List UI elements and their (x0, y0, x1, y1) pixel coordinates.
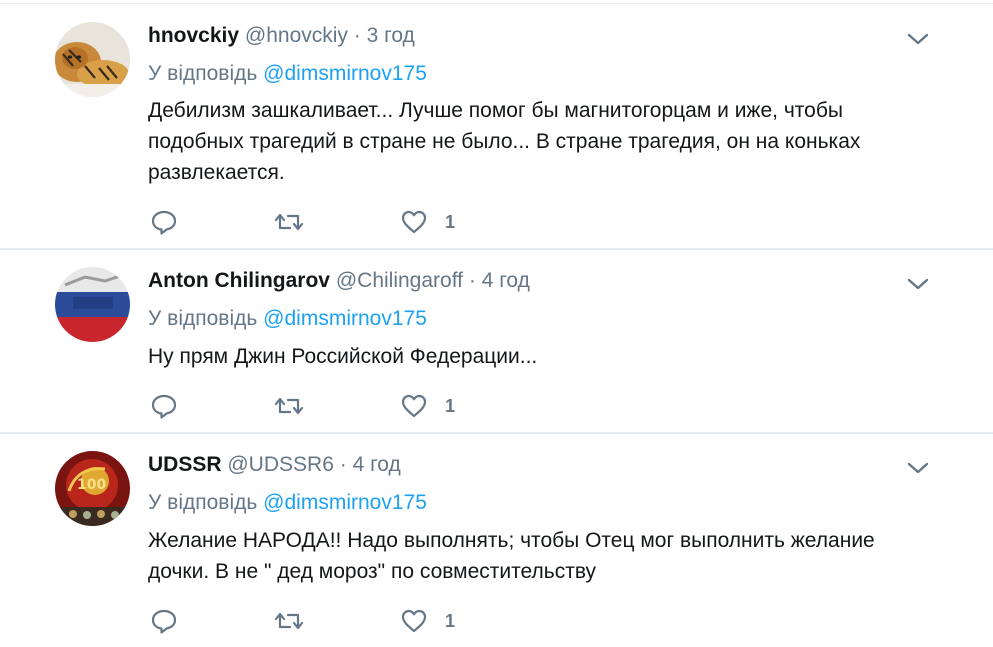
tweet[interactable]: Anton Chilingarov @Chilingaroff · 4 год … (0, 250, 993, 434)
separator: · (353, 24, 361, 47)
tweet-text-line: подобных трагедий в стране не было... В … (148, 130, 861, 153)
reply-icon (151, 394, 177, 419)
heart-icon (401, 394, 427, 418)
tweet-text: Дебилизм зашкаливает... Лучше помог бы м… (148, 95, 908, 188)
reply-button[interactable] (150, 606, 178, 636)
like-count: 1 (445, 610, 456, 631)
reply-timeline: hnovckiy @hnovckiy · 3 год У відповідь @… (0, 0, 993, 647)
avatar[interactable]: 100 (55, 451, 130, 526)
timestamp[interactable]: 4 год (353, 453, 401, 476)
reply-button[interactable] (150, 391, 178, 421)
like-button[interactable]: 1 (400, 207, 455, 237)
timestamp[interactable]: 4 год (482, 269, 530, 292)
timestamp[interactable]: 3 год (367, 24, 415, 47)
reply-icon (151, 609, 177, 634)
reply-mention-link[interactable]: @dimsmirnov175 (263, 62, 427, 85)
tweet-header: hnovckiy @hnovckiy · 3 год (148, 23, 415, 49)
avatar[interactable] (55, 22, 130, 97)
russian-flag-avatar-icon (55, 267, 130, 342)
tweet-menu-button[interactable] (905, 458, 931, 478)
separator: · (339, 453, 347, 476)
heart-icon (401, 210, 427, 234)
tweet[interactable]: hnovckiy @hnovckiy · 3 год У відповідь @… (0, 5, 993, 250)
tweet-menu-button[interactable] (905, 274, 931, 294)
chevron-down-icon (907, 278, 929, 290)
like-count: 1 (445, 211, 456, 232)
like-button[interactable]: 1 (400, 391, 455, 421)
retweet-icon (274, 612, 304, 630)
display-name[interactable]: UDSSR (148, 453, 222, 476)
display-name[interactable]: hnovckiy (148, 24, 239, 47)
username[interactable]: @hnovckiy (245, 24, 348, 47)
reply-icon (151, 210, 177, 235)
tweet-text-line: Ну прям Джин Российской Федерации... (148, 345, 538, 368)
tweet-text-line: Желание НАРОДА!! Надо выполнять; чтобы О… (148, 529, 875, 552)
tweet-header: UDSSR @UDSSR6 · 4 год (148, 452, 401, 478)
tweet-text-line: дочки. В не " дед мороз" по совместитель… (148, 560, 597, 583)
tweet-text-line: развлекается. (148, 161, 285, 184)
tweet-actions: 1 (150, 606, 470, 636)
reply-context: У відповідь @dimsmirnov175 (148, 61, 427, 87)
like-button[interactable]: 1 (400, 606, 455, 636)
avatar[interactable] (55, 267, 130, 342)
retweet-button[interactable] (273, 391, 305, 421)
chevron-down-icon (907, 33, 929, 45)
tweet-text: Ну прям Джин Российской Федерации... (148, 341, 908, 372)
username[interactable]: @UDSSR6 (227, 453, 334, 476)
tweet-actions: 1 (150, 207, 470, 237)
heart-icon (401, 609, 427, 633)
reply-mention-link[interactable]: @dimsmirnov175 (263, 307, 427, 330)
chevron-down-icon (907, 462, 929, 474)
display-name[interactable]: Anton Chilingarov (148, 269, 330, 292)
tweet-text: Желание НАРОДА!! Надо выполнять; чтобы О… (148, 525, 908, 587)
soviet-emblem-avatar-icon: 100 (55, 451, 130, 526)
separator: · (468, 269, 476, 292)
top-divider (0, 3, 993, 4)
retweet-icon (274, 213, 304, 231)
username[interactable]: @Chilingaroff (336, 269, 463, 292)
reply-button[interactable] (150, 207, 178, 237)
tweet-actions: 1 (150, 391, 470, 421)
like-count: 1 (445, 395, 456, 416)
tiger-avatar-icon (55, 22, 130, 97)
reply-mention-link[interactable]: @dimsmirnov175 (263, 491, 427, 514)
reply-prefix: У відповідь (148, 307, 258, 330)
svg-text:100: 100 (77, 477, 106, 493)
tweet-menu-button[interactable] (905, 29, 931, 49)
reply-prefix: У відповідь (148, 62, 258, 85)
tweet[interactable]: 100 UDSSR @UDSSR6 · 4 год У відповідь @d… (0, 434, 993, 647)
reply-context: У відповідь @dimsmirnov175 (148, 490, 427, 516)
reply-prefix: У відповідь (148, 491, 258, 514)
tweet-text-line: Дебилизм зашкаливает... Лучше помог бы м… (148, 99, 843, 122)
reply-context: У відповідь @dimsmirnov175 (148, 306, 427, 332)
tweet-header: Anton Chilingarov @Chilingaroff · 4 год (148, 268, 530, 294)
retweet-icon (274, 397, 304, 415)
retweet-button[interactable] (273, 207, 305, 237)
retweet-button[interactable] (273, 606, 305, 636)
